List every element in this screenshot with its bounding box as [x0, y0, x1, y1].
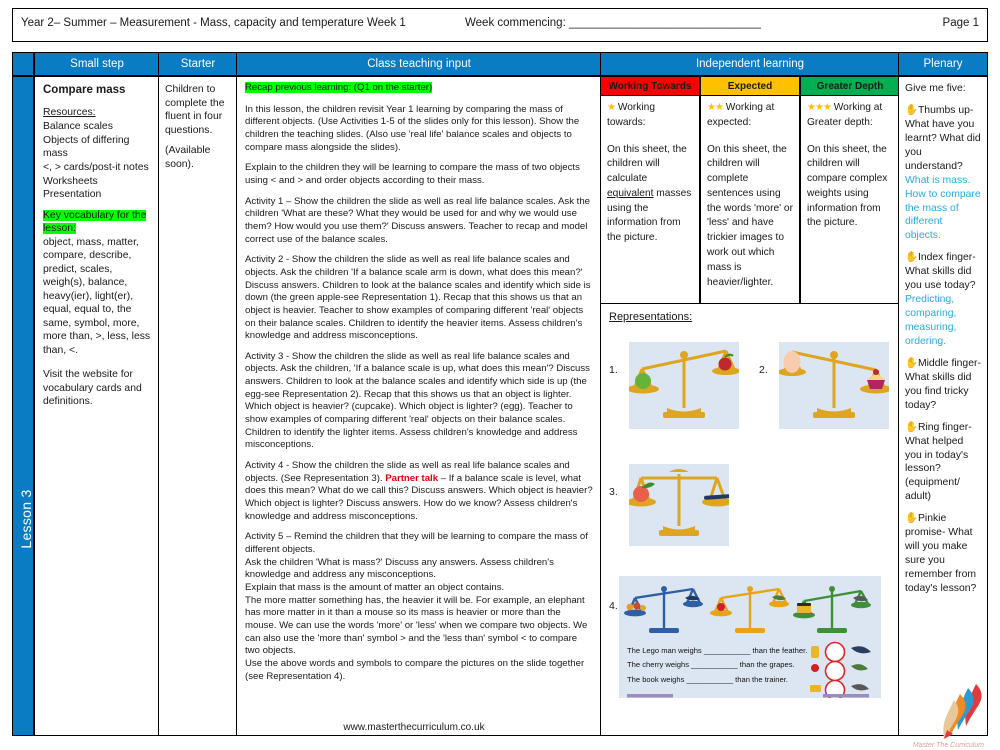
column-header-independent-learning: Independent learning	[600, 52, 900, 76]
thumbs-up-icon: ✋	[905, 104, 918, 116]
worksheet-line-2: The cherry weighs ___________ than the g…	[627, 658, 807, 672]
teaching-activity-2: Activity 2 - Show the children the slide…	[245, 254, 591, 342]
plenary-cell: Give me five: ✋Thumbs up- What have you …	[898, 76, 988, 736]
representation-image-4: The Lego man weighs ___________ than the…	[619, 576, 881, 698]
representation-number-3: 3.	[609, 486, 618, 498]
wt-body-underline: equivalent	[607, 187, 654, 199]
heading-working-towards: Working towards:	[607, 102, 655, 128]
thumbs-label: Thumbs up-	[917, 104, 974, 116]
index-label: Index finger-	[917, 252, 976, 264]
small-step-cell: Compare mass Resources: Balance scales O…	[34, 76, 160, 736]
worksheet-line-1: The Lego man weighs ___________ than the…	[627, 644, 807, 658]
worksheet-line-3: The book weighs ___________ than the tra…	[627, 673, 807, 687]
middle-finger-icon: ✋	[905, 357, 918, 369]
plenary-thumbs-item: ✋Thumbs up- What have you learnt? What d…	[905, 104, 981, 243]
column-header-starter: Starter	[158, 52, 238, 76]
body-expected: On this sheet, the children will complet…	[707, 143, 793, 288]
ring-question: What helped you in today's lesson? (equi…	[905, 435, 969, 503]
teaching-activity-3: Activity 3 - Show the children the slide…	[245, 350, 590, 451]
plenary-pinkie-item: ✋Pinkie promise- What will you make sure…	[905, 512, 981, 596]
resources-label: Resources:	[43, 106, 96, 118]
ring-finger-icon: ✋	[905, 421, 918, 433]
give-me-five-title: Give me five:	[905, 83, 966, 94]
band-greater-depth: Greater Depth	[800, 76, 900, 96]
independent-col-expected: ★★ Working at expected: On this sheet, t…	[700, 96, 800, 304]
recap-heading: Recap previous learning: (Q1 on the star…	[245, 82, 433, 93]
column-header-class-teaching-input: Class teaching input	[236, 52, 602, 76]
ws3-pre: The book weighs	[627, 674, 685, 684]
thumbs-question: What have you learnt? What did you under…	[905, 118, 981, 172]
key-vocabulary-list: object, mass, matter, compare, describe,…	[43, 236, 151, 356]
representation-image-2	[779, 342, 889, 429]
stars-working-towards: ★	[607, 102, 616, 113]
thumbs-answer: What is mass. How to compare the mass of…	[905, 174, 981, 242]
wt-body-pre: On this sheet, the children will calcula…	[607, 143, 687, 185]
column-header-plenary: Plenary	[898, 52, 988, 76]
representations-title: Representations:	[609, 311, 693, 323]
website-note: Visit the website for vocabulary cards a…	[43, 369, 142, 408]
ws1-pre: The Lego man weighs	[627, 646, 702, 655]
brand-text: Master The Curriculum	[912, 742, 984, 749]
ws2-pre: The cherry weighs	[627, 660, 690, 670]
representation-image-3	[629, 464, 729, 546]
starter-text: Children to complete the fluent in four …	[165, 84, 225, 136]
plenary-index-item: ✋Index finger- What skills did you use t…	[905, 251, 981, 349]
column-header-small-step: Small step	[34, 52, 160, 76]
resources-list: Balance scales Objects of differing mass…	[43, 121, 149, 201]
body-working-towards: On this sheet, the children will calcula…	[607, 143, 693, 246]
week-commencing-field: Week commencing: _______________________…	[465, 17, 761, 29]
representation-number-1: 1.	[609, 364, 618, 376]
ring-label: Ring finger-	[917, 421, 972, 433]
representation-number-2: 2.	[759, 364, 768, 376]
independent-col-working-towards: ★ Working towards: On this sheet, the ch…	[600, 96, 700, 304]
page-number: Page 1	[942, 17, 979, 29]
index-question: What skills did you use today?	[905, 266, 976, 292]
teaching-activity-5: Activity 5 – Remind the children that th…	[245, 531, 588, 682]
lesson-grid: Lesson 3 Compare mass Resources: Balance…	[12, 76, 988, 736]
middle-question: What skills did you find tricky today?	[905, 371, 972, 411]
key-vocabulary-label: Key vocabulary for the lesson:	[43, 209, 147, 235]
index-answer: Predicting, comparing, measuring, orderi…	[905, 294, 957, 347]
small-step-title: Compare mass	[43, 84, 126, 96]
ws1-post: than the feather.	[752, 646, 808, 655]
spine-header-cap	[12, 52, 34, 76]
starter-cell: Children to complete the fluent in four …	[158, 76, 238, 736]
band-expected: Expected	[700, 76, 800, 96]
representations-panel: Representations: 1. 2. 3. 4. The Lego ma…	[600, 304, 900, 736]
website-url: www.masterthecurriculum.co.uk	[343, 722, 485, 733]
page-header: Year 2– Summer – Measurement - Mass, cap…	[12, 8, 988, 42]
ws2-blank[interactable]: ___________	[691, 660, 737, 669]
middle-label: Middle finger-	[917, 357, 981, 369]
band-working-towards: Working Towards	[600, 76, 700, 96]
body-greater-depth: On this sheet, the children will compare…	[807, 143, 888, 229]
teaching-activity-1: Activity 1 – Show the children the slide…	[245, 195, 591, 245]
representation-number-4: 4.	[609, 600, 618, 612]
class-teaching-input-cell: Recap previous learning: (Q1 on the star…	[236, 76, 602, 736]
lesson-plan-page: Year 2– Summer – Measurement - Mass, cap…	[0, 0, 1000, 750]
lesson-number-spine: Lesson 3	[12, 76, 34, 736]
stars-expected: ★★	[707, 102, 724, 113]
representation-image-1	[629, 342, 739, 429]
brand-pencil-icon	[928, 680, 994, 746]
teaching-activity-4: Activity 4 - Show the children the slide…	[245, 460, 593, 523]
partner-talk-tag: Partner talk	[385, 472, 439, 484]
pinkie-icon: ✋	[905, 513, 918, 525]
index-finger-icon: ✋	[905, 252, 918, 264]
stars-greater-depth: ★★★	[807, 102, 832, 113]
teaching-para-1: In this lesson, the children revisit Yea…	[245, 103, 580, 153]
ws2-post: than the grapes.	[739, 660, 795, 670]
teaching-para-2: Explain to the children they will be lea…	[245, 162, 580, 186]
ws1-blank[interactable]: ___________	[704, 646, 750, 655]
ws3-post: than the trainer.	[735, 674, 788, 684]
ws3-blank[interactable]: ___________	[687, 675, 733, 684]
independent-learning-cell: Working Towards Expected Greater Depth ★…	[600, 76, 900, 736]
independent-col-greater-depth: ★★★ Working at Greater depth: On this sh…	[800, 96, 900, 304]
plenary-ring-item: ✋Ring finger- What helped you in today's…	[905, 421, 981, 505]
plenary-middle-item: ✋Middle finger- What skills did you find…	[905, 357, 981, 413]
header-title: Year 2– Summer – Measurement - Mass, cap…	[21, 17, 406, 29]
lesson-number-label: Lesson 3	[18, 489, 34, 549]
starter-availability: (Available soon).	[165, 145, 211, 170]
